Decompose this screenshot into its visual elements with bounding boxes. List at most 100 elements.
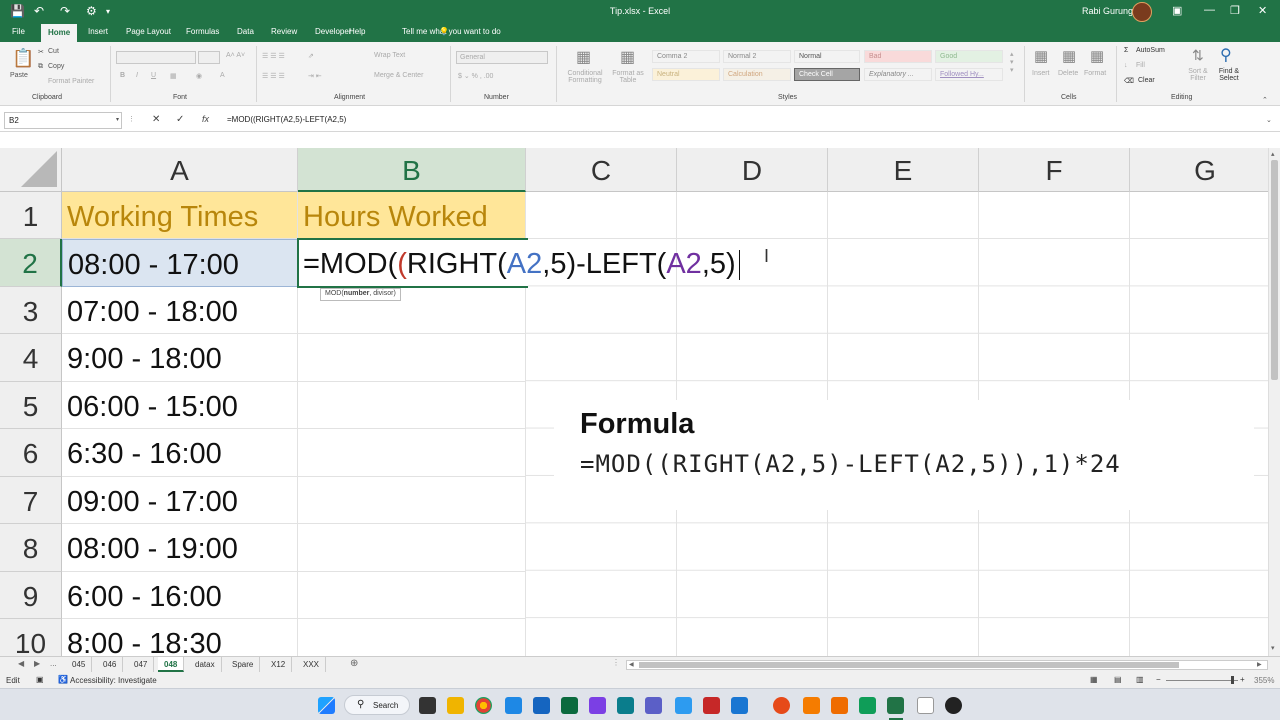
ribbon-display-icon[interactable]: ▣ [1172,4,1182,17]
cell-a5[interactable]: 06:00 - 15:00 [62,382,298,429]
accounting-icon[interactable]: $ ⌄ % , .00 [458,72,493,80]
row-header-8[interactable]: 8 [0,524,62,572]
cell-b6[interactable] [298,429,526,477]
column-header-c[interactable]: C [526,148,677,192]
clear-button[interactable]: Clear [1138,77,1155,84]
file-explorer-icon[interactable] [447,697,464,714]
vpn-icon[interactable] [561,697,578,714]
cell-a1[interactable]: Working Times [62,192,298,239]
format-table-button[interactable]: Format as Table [610,70,646,84]
copy-icon[interactable]: ⧉ [38,63,43,71]
name-box-dropdown-icon[interactable]: ▾ [116,116,119,123]
row-header-4[interactable]: 4 [0,334,62,382]
style-normal[interactable]: Normal [794,50,860,63]
tab-home[interactable]: Home [41,24,78,42]
vscode-icon[interactable] [731,697,748,714]
font-color-icon[interactable]: A [220,72,225,79]
customize-icon[interactable]: ⚙ [86,4,97,18]
column-header-b[interactable]: B [298,148,526,192]
app-icon-orange[interactable] [773,697,790,714]
sheet-tab-048[interactable]: 048 [158,657,185,672]
avatar[interactable] [1132,2,1152,22]
sheet-tab-047[interactable]: 047 [128,657,155,672]
row-header-5[interactable]: 5 [0,382,62,429]
app-icon-purple[interactable] [589,697,606,714]
font-size-box[interactable] [198,51,220,64]
save-icon[interactable]: 💾 [10,4,25,18]
cell-b8[interactable] [298,524,526,572]
sheet-tab-046[interactable]: 046 [97,657,124,672]
autosum-icon[interactable]: Σ [1124,47,1128,54]
notepad-icon[interactable] [917,697,934,714]
cell-b7[interactable] [298,477,526,524]
cell-a2[interactable]: 08:00 - 17:00 [62,239,298,287]
column-header-g[interactable]: G [1130,148,1268,192]
prev-sheet-icon[interactable]: ◀ [18,659,24,668]
format-painter-button[interactable]: Format Painter [48,78,94,85]
page-layout-view-icon[interactable]: ▤ [1114,675,1122,684]
task-view-icon[interactable] [419,697,436,714]
orientation-icon[interactable]: ⇗ [308,52,314,60]
style-normal2[interactable]: Normal 2 [723,50,791,63]
column-header-a[interactable]: A [62,148,298,192]
style-neutral[interactable]: Neutral [652,68,720,81]
horizontal-scroll-thumb[interactable] [639,662,1179,668]
redo-icon[interactable]: ↷ [60,4,70,18]
app-icon-blue[interactable] [675,697,692,714]
column-header-e[interactable]: E [828,148,979,192]
tab-formulas[interactable]: Formulas [186,27,219,36]
cell-b10[interactable] [298,619,526,656]
format-cells-button[interactable]: Format [1084,70,1106,77]
cell-a3[interactable]: 07:00 - 18:00 [62,287,298,334]
cut-button[interactable]: Cut [48,48,59,55]
zoom-slider-thumb[interactable] [1231,676,1234,684]
teams-icon[interactable] [645,697,662,714]
qat-dropdown-icon[interactable]: ▾ [106,7,110,16]
find-select-button[interactable]: Find & Select [1212,68,1246,82]
enter-icon[interactable]: ✓ [176,114,184,125]
align-top-icon[interactable]: ☰ ☰ ☰ [262,52,285,60]
borders-icon[interactable]: ▦ [170,72,177,80]
page-break-view-icon[interactable]: ▥ [1136,675,1144,684]
underline-icon[interactable]: U [151,72,156,79]
word-icon[interactable] [533,697,550,714]
cell-a8[interactable]: 08:00 - 19:00 [62,524,298,572]
indent-icon[interactable]: ⇥ ⇤ [308,72,322,80]
delete-cells-button[interactable]: Delete [1058,70,1078,77]
find-select-icon[interactable]: ⚲ [1220,45,1232,65]
sheet-tab-datax[interactable]: datax [189,657,222,672]
sheet-tab-x12[interactable]: X12 [265,657,293,672]
name-box[interactable]: B2 [4,112,122,129]
column-header-f[interactable]: F [979,148,1130,192]
cell-b1[interactable]: Hours Worked [298,192,526,239]
zoom-out-icon[interactable]: − [1156,675,1161,684]
sheet-tab-045[interactable]: 045 [66,657,93,672]
fill-icon[interactable]: ↓ [1124,62,1128,69]
vertical-scrollbar[interactable]: ▴ ▾ [1268,148,1280,656]
expand-formula-bar-icon[interactable]: ⌄ [1266,116,1272,124]
cell-a10[interactable]: 8:00 - 18:30 [62,619,298,656]
format-cells-icon[interactable]: ▦ [1090,47,1104,65]
cell-b2-edit-text[interactable]: =MOD((RIGHT(A2,5)-LEFT(A2,5) [303,239,740,287]
conditional-formatting-icon[interactable]: ▦ [576,47,591,67]
cell-a6[interactable]: 6:30 - 16:00 [62,429,298,477]
cell-a9[interactable]: 6:00 - 16:00 [62,572,298,619]
wrap-text-button[interactable]: Wrap Text [374,52,405,59]
undo-icon[interactable]: ↶ [34,4,44,18]
excel-icon[interactable] [887,697,904,714]
tab-file[interactable]: File [12,27,25,36]
macro-record-icon[interactable]: ▣ [36,675,44,684]
minimize-icon[interactable]: — [1204,4,1215,16]
add-sheet-icon[interactable]: ⊕ [350,658,358,669]
row-header-3[interactable]: 3 [0,287,62,334]
delete-cells-icon[interactable]: ▦ [1062,47,1076,65]
tab-splitter-icon[interactable]: ⋮ [612,658,620,667]
paste-button[interactable]: Paste [10,72,28,79]
cut-icon[interactable]: ✂ [38,48,44,56]
collapse-ribbon-icon[interactable]: ⌃ [1262,96,1268,104]
font-grow-icon[interactable]: A˄ A˅ [226,52,245,59]
merge-center-button[interactable]: Merge & Center [374,72,423,79]
cell-a7[interactable]: 09:00 - 17:00 [62,477,298,524]
powerpoint-icon[interactable] [831,697,848,714]
copy-button[interactable]: Copy [48,63,64,70]
